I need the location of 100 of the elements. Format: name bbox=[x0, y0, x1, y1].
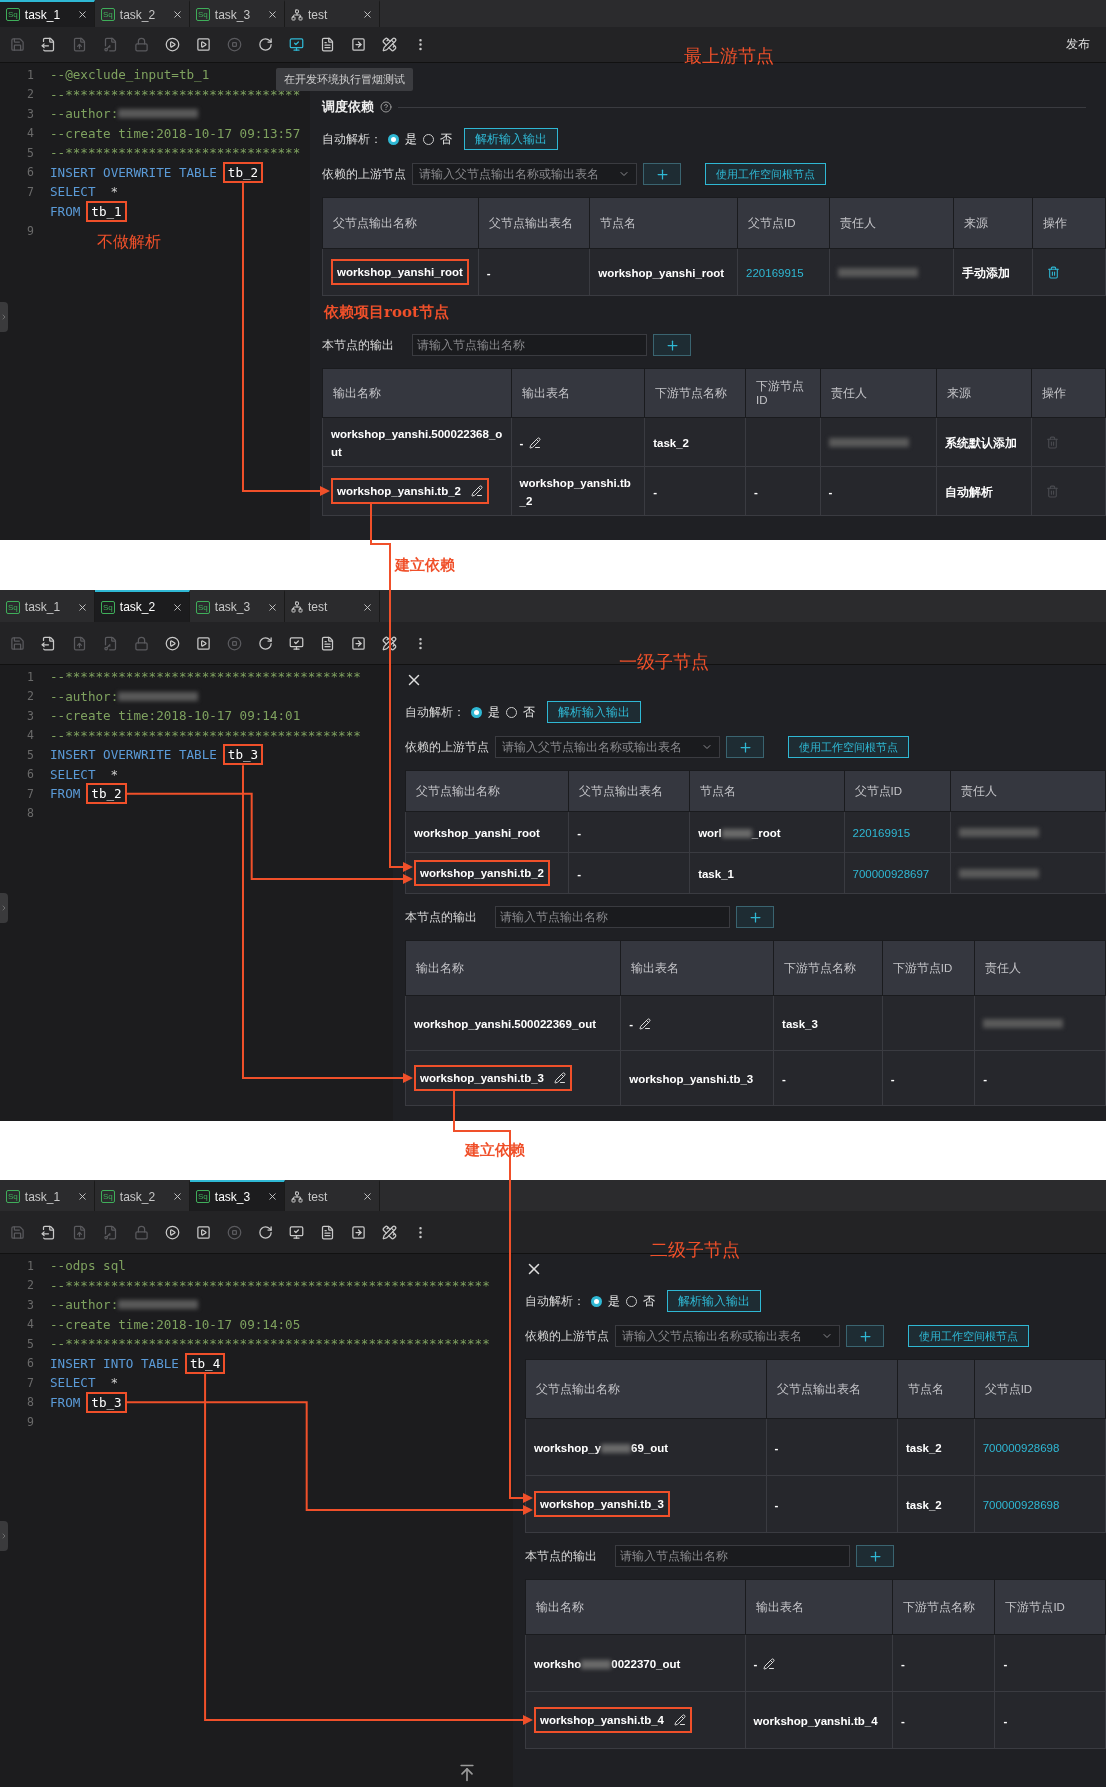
add-button[interactable] bbox=[856, 1545, 894, 1567]
format-icon[interactable] bbox=[320, 635, 335, 651]
save-as-icon[interactable] bbox=[41, 1224, 56, 1240]
radio-button[interactable] bbox=[471, 706, 482, 718]
column-header: 父节点输出名称 bbox=[525, 1359, 767, 1419]
node-id-link[interactable]: 700000928698 bbox=[982, 1442, 1060, 1454]
editor-tab[interactable]: Sq task_3 bbox=[190, 1180, 285, 1211]
tools-icon[interactable] bbox=[382, 37, 397, 52]
close-icon[interactable] bbox=[267, 1191, 278, 1202]
reload-icon[interactable] bbox=[258, 37, 273, 52]
upstream-select[interactable]: 请输入父节点输出名称或输出表名 bbox=[412, 163, 637, 185]
flow-icon bbox=[291, 8, 303, 21]
cell-text: - bbox=[1003, 1715, 1008, 1727]
close-icon[interactable] bbox=[77, 601, 88, 613]
edit-icon[interactable] bbox=[639, 1017, 652, 1030]
publish-button[interactable]: 发布 bbox=[1062, 34, 1094, 55]
root-node-button[interactable]: 使用工作空间根节点 bbox=[788, 736, 909, 758]
format-icon[interactable] bbox=[320, 37, 335, 52]
close-icon[interactable] bbox=[77, 9, 88, 20]
plus-icon bbox=[857, 1328, 873, 1344]
add-button[interactable] bbox=[736, 906, 774, 928]
cell-text: - bbox=[828, 486, 833, 498]
radio-button[interactable] bbox=[388, 133, 399, 145]
column-header: 父节点输出名称 bbox=[322, 197, 479, 249]
edit-icon[interactable] bbox=[674, 1714, 686, 1726]
upstream-select[interactable]: 请输入父节点输出名称或输出表名 bbox=[495, 736, 720, 758]
run-params-icon[interactable] bbox=[196, 1224, 211, 1240]
cell-text: workshop_yanshi.tb_3 bbox=[540, 1497, 664, 1511]
run-params-icon[interactable] bbox=[196, 635, 211, 651]
sql-badge: Sq bbox=[196, 8, 210, 21]
run-icon[interactable] bbox=[165, 37, 180, 52]
smoke-test-icon[interactable] bbox=[289, 635, 304, 651]
upstream-select[interactable]: 请输入父节点输出名称或输出表名 bbox=[615, 1325, 840, 1347]
save-as-icon[interactable] bbox=[41, 635, 56, 651]
parse-button[interactable]: 解析输入输出 bbox=[464, 128, 558, 150]
root-node-button[interactable]: 使用工作空间根节点 bbox=[705, 163, 826, 185]
close-icon[interactable] bbox=[362, 9, 373, 20]
root-node-button[interactable]: 使用工作空间根节点 bbox=[908, 1325, 1029, 1347]
radio-button[interactable] bbox=[591, 1295, 602, 1307]
edit-icon[interactable] bbox=[471, 485, 483, 497]
add-button[interactable] bbox=[653, 334, 691, 356]
line-number: 7 bbox=[26, 184, 35, 199]
close-icon[interactable] bbox=[362, 601, 373, 613]
line-number: 4 bbox=[26, 1317, 35, 1332]
smoke-test-icon[interactable] bbox=[289, 1224, 304, 1240]
preview-icon[interactable] bbox=[351, 1224, 366, 1240]
output-name-field[interactable]: 请输入节点输出名称 bbox=[412, 334, 647, 356]
reload-icon[interactable] bbox=[258, 1224, 273, 1240]
collapse-handle[interactable] bbox=[0, 1520, 8, 1551]
add-button[interactable] bbox=[643, 163, 681, 185]
output-name-field[interactable]: 请输入节点输出名称 bbox=[495, 906, 730, 928]
collapse-handle[interactable] bbox=[0, 893, 8, 923]
back-to-top-icon[interactable] bbox=[457, 1763, 477, 1783]
node-id-link[interactable]: 220169915 bbox=[852, 827, 911, 839]
tab-label: test bbox=[308, 1189, 329, 1204]
tab-label: task_1 bbox=[24, 1189, 62, 1204]
line-number: 1 bbox=[26, 1258, 35, 1273]
radio-label: 是 bbox=[608, 1292, 620, 1310]
tools-icon[interactable] bbox=[382, 1224, 397, 1240]
editor-tab[interactable]: Sq task_1 bbox=[0, 0, 95, 27]
add-button[interactable] bbox=[846, 1325, 884, 1347]
field-label: 本节点的输出 bbox=[525, 1547, 598, 1565]
cell-text: task_2 bbox=[905, 1499, 942, 1511]
close-icon[interactable] bbox=[172, 1191, 183, 1202]
parse-button[interactable]: 解析输入输出 bbox=[547, 701, 641, 723]
preview-icon[interactable] bbox=[351, 37, 366, 52]
output-name-field[interactable]: 请输入节点输出名称 bbox=[615, 1545, 850, 1567]
smoke-test-icon[interactable] bbox=[289, 37, 304, 52]
edit-icon[interactable] bbox=[554, 1072, 566, 1084]
tab-label: task_2 bbox=[119, 600, 157, 614]
run-icon[interactable] bbox=[165, 635, 180, 651]
parse-button[interactable]: 解析输入输出 bbox=[667, 1290, 761, 1312]
node-id-link[interactable]: 700000928697 bbox=[852, 868, 930, 880]
close-icon[interactable] bbox=[267, 601, 278, 613]
cell-text: - bbox=[486, 267, 491, 279]
close-icon[interactable] bbox=[362, 1191, 373, 1202]
radio-label: 否 bbox=[440, 130, 452, 148]
help-icon[interactable] bbox=[380, 101, 392, 113]
cell-text: workshop_yanshi.tb_2 bbox=[337, 484, 461, 498]
run-icon[interactable] bbox=[165, 1224, 180, 1240]
collapse-handle[interactable] bbox=[0, 301, 8, 332]
save-as-icon[interactable] bbox=[41, 37, 56, 52]
node-id-link[interactable]: 220169915 bbox=[746, 267, 804, 279]
tools-icon[interactable] bbox=[382, 635, 397, 651]
editor-tab[interactable]: Sq task_2 bbox=[95, 590, 190, 622]
preview-icon[interactable] bbox=[351, 635, 366, 651]
node-id-link[interactable]: 700000928698 bbox=[982, 1499, 1060, 1511]
format-icon[interactable] bbox=[320, 1224, 335, 1240]
reload-icon[interactable] bbox=[258, 635, 273, 651]
close-icon[interactable] bbox=[267, 9, 278, 20]
edit-icon[interactable] bbox=[763, 1657, 776, 1670]
close-icon[interactable] bbox=[77, 1191, 88, 1202]
add-button[interactable] bbox=[726, 736, 764, 758]
trash-icon[interactable] bbox=[1046, 266, 1060, 280]
annotation-label: 建立依赖 bbox=[393, 555, 457, 575]
run-params-icon[interactable] bbox=[196, 37, 211, 52]
close-icon[interactable] bbox=[172, 601, 183, 613]
edit-icon[interactable] bbox=[529, 436, 542, 449]
column-header: 来源 bbox=[936, 368, 1032, 418]
close-icon[interactable] bbox=[172, 9, 183, 20]
